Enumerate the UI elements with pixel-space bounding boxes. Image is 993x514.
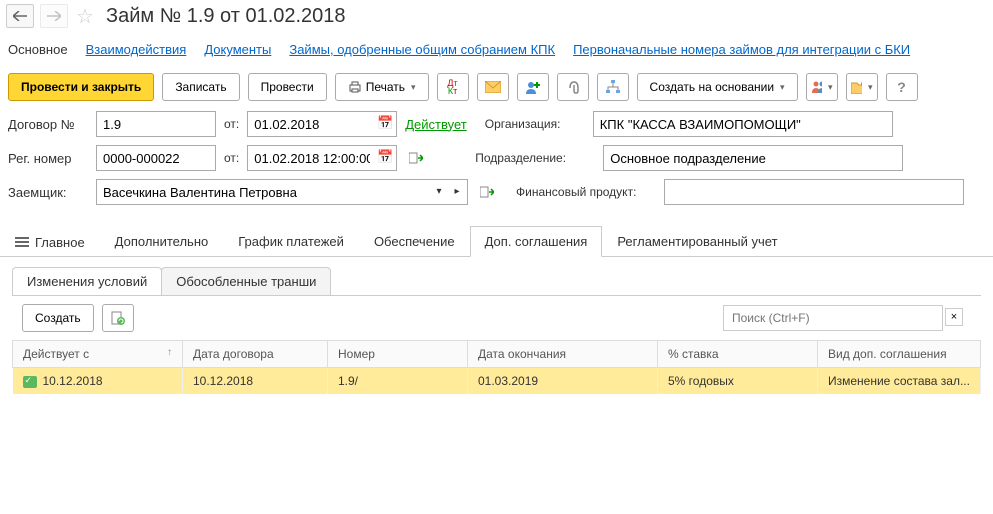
- create-button[interactable]: Создать: [22, 304, 94, 332]
- contract-date-picker[interactable]: 📅: [375, 113, 395, 133]
- save-button[interactable]: Записать: [162, 73, 239, 101]
- contract-no-label: Договор №: [8, 117, 88, 132]
- col-contract-date[interactable]: Дата договора: [183, 341, 328, 368]
- arrow-left-icon: [13, 11, 27, 21]
- tab-collateral[interactable]: Обеспечение: [359, 226, 470, 257]
- post-and-close-button[interactable]: Провести и закрыть: [8, 73, 154, 101]
- borrower-dropdown[interactable]: ▾: [430, 181, 448, 201]
- close-icon: ×: [951, 311, 957, 323]
- reg-no-label: Рег. номер: [8, 151, 88, 166]
- person-plus-icon: [525, 80, 541, 94]
- from-label-2: от:: [224, 151, 239, 165]
- product-label: Финансовый продукт:: [516, 185, 656, 199]
- dtkt-icon: ДтКт: [447, 79, 457, 95]
- row-status-icon: [23, 376, 37, 388]
- doc-refresh-icon: [111, 311, 125, 325]
- tab-schedule[interactable]: График платежей: [223, 226, 359, 257]
- printer-icon: [348, 80, 362, 94]
- chevron-down-icon: ▾: [436, 186, 441, 197]
- add-person-button[interactable]: [517, 73, 549, 101]
- tab-additional[interactable]: Дополнительно: [100, 226, 224, 257]
- calendar-icon: 📅: [377, 115, 393, 130]
- table-row[interactable]: 10.12.2018 10.12.2018 1.9/ 01.03.2019 5%…: [13, 368, 981, 395]
- borrower-extra-button[interactable]: [476, 181, 498, 203]
- favorite-star-icon[interactable]: ☆: [74, 5, 96, 27]
- borrower-input[interactable]: [96, 179, 468, 205]
- col-rate[interactable]: % ставка: [658, 341, 818, 368]
- paperclip-icon: [566, 80, 580, 94]
- search-clear-button[interactable]: ×: [945, 308, 963, 326]
- email-button[interactable]: [477, 73, 509, 101]
- reg-no-input[interactable]: [96, 145, 216, 171]
- tab-addendums[interactable]: Доп. соглашения: [470, 226, 603, 257]
- search-input[interactable]: [723, 305, 943, 331]
- dept-label: Подразделение:: [475, 151, 595, 165]
- post-button[interactable]: Провести: [248, 73, 327, 101]
- subtab-tranches[interactable]: Обособленные транши: [161, 267, 331, 295]
- nav-link-documents[interactable]: Документы: [204, 42, 271, 57]
- status-link[interactable]: Действует: [405, 117, 466, 132]
- product-input[interactable]: [664, 179, 964, 205]
- nav-link-main[interactable]: Основное: [8, 42, 68, 57]
- col-type[interactable]: Вид доп. соглашения: [818, 341, 981, 368]
- grid-empty-area: [12, 394, 981, 514]
- page-title: Займ № 1.9 от 01.02.2018: [106, 5, 346, 28]
- attach-button[interactable]: [557, 73, 589, 101]
- arrow-right-icon: [47, 11, 61, 21]
- tab-main[interactable]: Главное: [0, 226, 100, 257]
- reg-date-picker[interactable]: 📅: [375, 147, 395, 167]
- col-number[interactable]: Номер: [328, 341, 468, 368]
- hamburger-icon: [15, 235, 29, 249]
- create-based-on-button[interactable]: Создать на основании: [637, 73, 798, 101]
- nav-link-approved[interactable]: Займы, одобренные общим собранием КПК: [289, 42, 555, 57]
- from-label-1: от:: [224, 117, 239, 131]
- col-end-date[interactable]: Дата окончания: [468, 341, 658, 368]
- nav-back-button[interactable]: [6, 4, 34, 28]
- dt-kt-button[interactable]: ДтКт: [437, 73, 469, 101]
- envelope-icon: [485, 81, 501, 93]
- subtab-changes[interactable]: Изменения условий: [12, 267, 162, 295]
- help-button[interactable]: ?: [886, 73, 918, 101]
- borrower-open[interactable]: ▸: [448, 181, 466, 201]
- contract-no-input[interactable]: [96, 111, 216, 137]
- nav-link-initial-numbers[interactable]: Первоначальные номера займов для интегра…: [573, 42, 910, 57]
- folder-button[interactable]: [846, 73, 878, 101]
- nav-forward-button[interactable]: [40, 4, 68, 28]
- tab-regulated[interactable]: Регламентированный учет: [602, 226, 792, 257]
- col-effective[interactable]: Действует с ↑: [13, 341, 183, 368]
- nav-link-interactions[interactable]: Взаимодействия: [86, 42, 187, 57]
- people-icon: [811, 80, 822, 94]
- org-label: Организация:: [485, 117, 585, 131]
- calendar-icon: 📅: [377, 149, 393, 164]
- folder-icon: [851, 81, 862, 94]
- dept-input[interactable]: [603, 145, 903, 171]
- doc-arrow-icon: [409, 151, 423, 165]
- structure-button[interactable]: [597, 73, 629, 101]
- print-button[interactable]: Печать: [335, 73, 429, 101]
- tree-icon: [606, 80, 620, 94]
- question-icon: ?: [897, 79, 906, 95]
- borrower-label: Заемщик:: [8, 185, 88, 200]
- doc-arrow-icon: [480, 185, 494, 199]
- org-input[interactable]: [593, 111, 893, 137]
- sort-asc-icon: ↑: [167, 347, 172, 358]
- reg-extra-button[interactable]: [405, 147, 427, 169]
- refresh-button[interactable]: [102, 304, 134, 332]
- people-button[interactable]: [806, 73, 838, 101]
- open-icon: ▸: [454, 186, 459, 197]
